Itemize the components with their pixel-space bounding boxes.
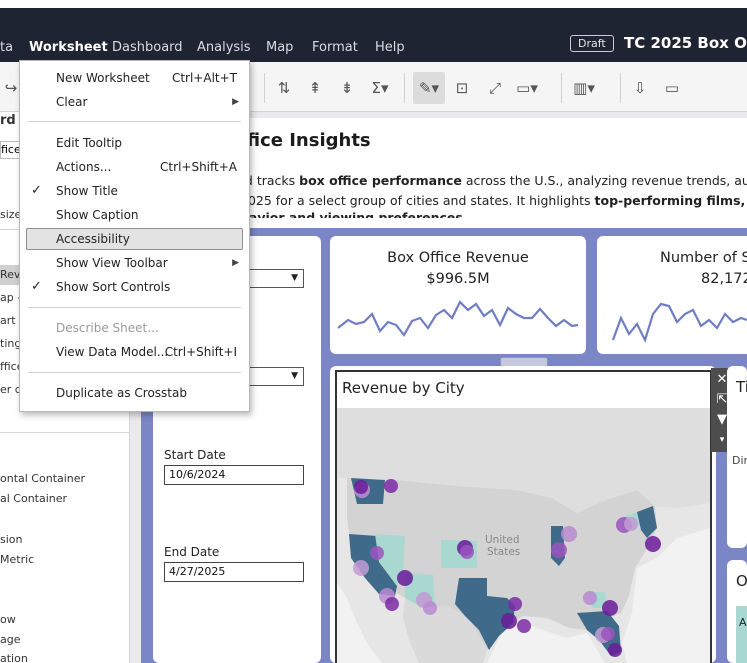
show-me-icon[interactable]: ▥▾ — [573, 78, 595, 98]
menu-item-duplicate-as-crosstab[interactable]: Duplicate as Crosstab — [20, 382, 249, 404]
menu-item-show-caption[interactable]: Show Caption — [20, 204, 249, 226]
revenue-sparkline — [337, 300, 579, 337]
revenue-by-city-map[interactable]: United States — [337, 408, 710, 663]
menu-separator — [28, 372, 241, 373]
fix-axes-icon[interactable]: ⤢ — [484, 78, 506, 98]
highlight-icon[interactable]: ✎▾ — [413, 72, 445, 104]
tile-label: A — [739, 616, 747, 629]
showings-sparkline — [611, 302, 747, 343]
object-workflow[interactable]: ow — [0, 610, 129, 630]
menu-item-show-title[interactable]: ✓ Show Title — [20, 180, 249, 202]
presentation-mode-icon[interactable]: ▭ — [661, 78, 683, 98]
checkmark-icon: ✓ — [31, 183, 42, 198]
object-navigation[interactable]: ation — [0, 649, 129, 663]
city-bubble[interactable] — [561, 526, 577, 542]
kpi-card-showings[interactable]: Number of S 82,172 — [597, 236, 747, 354]
window-top-edge — [0, 0, 747, 8]
city-bubble[interactable] — [517, 619, 531, 633]
city-bubble[interactable] — [645, 536, 661, 552]
start-date-label: Start Date — [164, 448, 226, 462]
menu-separator — [28, 307, 241, 308]
menu-item-accessibility[interactable]: Accessibility — [20, 228, 249, 250]
menu-bar: ta Worksheet Dashboard Analysis Map Form… — [0, 8, 747, 62]
object-horizontal-container[interactable]: ontal Container — [0, 469, 129, 489]
swap-rows-columns-icon[interactable]: ⇅ — [273, 78, 295, 98]
sort-ascending-icon[interactable]: ⇞ — [304, 78, 326, 98]
checkmark-icon: ✓ — [31, 279, 42, 294]
city-bubble[interactable] — [397, 570, 413, 586]
menu-dashboard[interactable]: Dashboard — [112, 40, 183, 55]
menu-item-show-sort-controls[interactable]: ✓ Show Sort Controls — [20, 276, 249, 298]
object-extension[interactable]: sion — [0, 530, 129, 550]
menu-format[interactable]: Format — [312, 40, 358, 55]
city-bubble[interactable] — [353, 560, 369, 576]
pane-header: rd — [0, 113, 16, 128]
menu-item-new-worksheet[interactable]: New Worksheet Ctrl+Alt+T — [20, 67, 249, 89]
card-title: Oc — [736, 572, 747, 590]
menu-map[interactable]: Map — [266, 40, 293, 55]
start-date-input[interactable]: 10/6/2024 — [164, 465, 304, 485]
card-title: Ti — [736, 378, 747, 396]
map-title: Revenue by City — [342, 379, 465, 397]
country-label: States — [487, 546, 520, 558]
toolbar-separator — [620, 73, 621, 103]
country-label: United — [485, 534, 520, 546]
city-bubble[interactable] — [508, 597, 522, 611]
menu-separator — [28, 121, 241, 122]
city-bubble[interactable] — [501, 613, 517, 629]
object-image[interactable]: age — [0, 630, 129, 650]
draft-badge[interactable]: Draft — [570, 35, 614, 52]
menu-item-describe-sheet: Describe Sheet... — [56, 321, 159, 335]
menu-help[interactable]: Help — [375, 40, 405, 55]
chevron-down-icon: ▼ — [291, 273, 298, 283]
dashboard-title: ffice Insights — [240, 130, 371, 151]
chevron-down-icon: ▼ — [291, 371, 298, 381]
object-metric[interactable]: Metric — [0, 550, 129, 570]
menu-worksheet[interactable]: Worksheet — [29, 40, 108, 55]
city-bubble[interactable] — [624, 517, 638, 531]
top-films-card: Ti Dir — [727, 366, 747, 548]
intro-text-line-1: rd tracks box office performance across … — [240, 173, 747, 188]
workbook-title: TC 2025 Box Offi — [624, 34, 747, 52]
city-bubble[interactable] — [384, 479, 398, 493]
intro-text-line-2: 2025 for a select group of cities and st… — [240, 193, 747, 208]
city-bubble[interactable] — [602, 600, 618, 616]
city-bubble[interactable] — [385, 597, 399, 611]
download-icon[interactable]: ⇩ — [629, 78, 651, 98]
end-date-label: End Date — [164, 545, 220, 559]
occupancy-tile: A — [736, 606, 747, 663]
toolbar-separator — [404, 73, 405, 103]
menu-item-edit-tooltip[interactable]: Edit Tooltip — [20, 132, 249, 154]
city-bubble[interactable] — [583, 591, 597, 605]
menu-item-show-view-toolbar[interactable]: Show View Toolbar ▶ — [20, 252, 249, 274]
end-date-input[interactable]: 4/27/2025 — [164, 562, 304, 582]
worksheet-menu-dropdown: New Worksheet Ctrl+Alt+T Clear ▶ Edit Tool… — [19, 60, 250, 412]
submenu-arrow-icon: ▶ — [232, 97, 239, 107]
object-vertical-container[interactable]: al Container — [0, 489, 129, 509]
city-bubble[interactable] — [460, 545, 474, 559]
fit-icon[interactable]: ▭▾ — [516, 78, 538, 98]
totals-icon[interactable]: Σ▾ — [369, 78, 391, 98]
menu-item-clear[interactable]: Clear ▶ — [20, 91, 249, 113]
city-bubble[interactable] — [423, 601, 437, 615]
intro-text-line-3: havior and viewing preferences. — [240, 210, 468, 218]
menu-item-actions[interactable]: Actions... Ctrl+Shift+A — [20, 156, 249, 178]
sort-descending-icon[interactable]: ⇟ — [336, 78, 358, 98]
show-labels-icon[interactable]: ⊡ — [451, 78, 473, 98]
occupancy-card: Oc A — [727, 560, 747, 663]
kpi-card-revenue[interactable]: Box Office Revenue $996.5M — [330, 236, 586, 354]
toolbar-separator — [561, 73, 562, 103]
city-bubble[interactable] — [551, 542, 567, 558]
menu-analysis[interactable]: Analysis — [197, 40, 251, 55]
city-bubble[interactable] — [601, 627, 615, 641]
city-bubble[interactable] — [608, 643, 622, 657]
menu-data[interactable]: ta — [0, 40, 13, 55]
submenu-arrow-icon: ▶ — [232, 258, 239, 268]
menu-item-view-data-model[interactable]: View Data Model... Ctrl+Shift+I — [20, 341, 249, 363]
city-bubble[interactable] — [354, 480, 368, 494]
pane-divider — [0, 432, 129, 433]
column-label: Dir — [732, 454, 747, 467]
toolbar-separator — [264, 73, 265, 103]
city-bubble[interactable] — [370, 546, 384, 560]
